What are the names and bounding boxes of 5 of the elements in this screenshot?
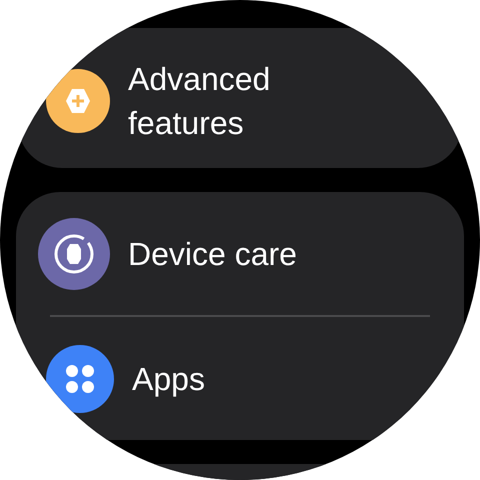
gear-plus-icon xyxy=(63,86,93,116)
settings-item[interactable]: Advanced features xyxy=(46,57,328,145)
watch-icon xyxy=(52,232,96,276)
settings-item[interactable]: Device care xyxy=(38,192,297,315)
settings-item[interactable]: Apps xyxy=(38,317,205,440)
